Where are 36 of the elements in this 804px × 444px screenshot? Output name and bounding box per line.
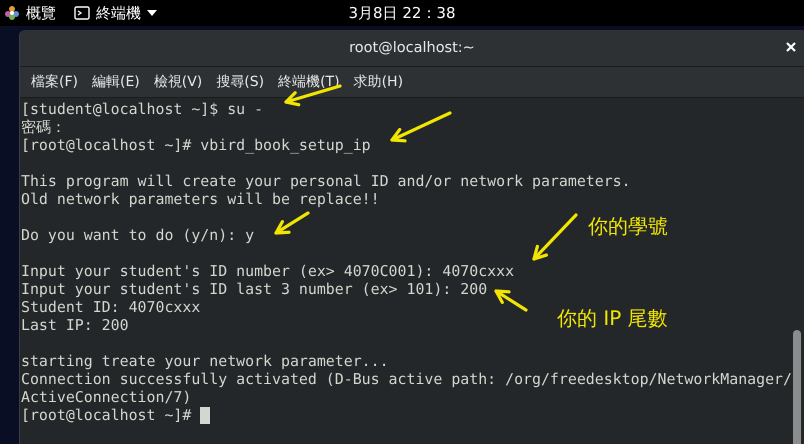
- window-title: root@localhost:~: [349, 40, 475, 56]
- terminal-line: Student ID: 4070cxxx: [21, 298, 200, 316]
- pointer-arrow: [390, 111, 452, 142]
- menu-item[interactable]: 檔案(F): [24, 73, 85, 91]
- flower-icon: [4, 5, 20, 21]
- terminal-line: ActiveConnection/7): [21, 388, 192, 406]
- close-button[interactable]: [786, 42, 796, 52]
- pointer-arrow: [532, 213, 578, 261]
- annotation-label: 你的 IP 尾數: [557, 305, 668, 332]
- menu-item[interactable]: 求助(H): [346, 73, 410, 91]
- terminal-line: [student@localhost ~]$ su -: [21, 100, 264, 118]
- terminal-line: Connection successfully activated (D-Bus active path: /org/freedesktop/NetworkManager/: [21, 370, 792, 388]
- terminal-line: Input your student's ID number (ex> 4070C001): 4070cxxx: [21, 262, 514, 280]
- menu-item[interactable]: 檢視(V): [146, 73, 210, 91]
- app-menu-button[interactable]: 終端機: [70, 0, 161, 26]
- terminal-line: [root@localhost ~]# vbird_book_setup_ip: [21, 136, 371, 154]
- text-cursor: [200, 406, 210, 424]
- clock[interactable]: 3月8日 22：38: [348, 4, 456, 22]
- terminal-line: Old network parameters will be replace!!: [21, 190, 380, 208]
- terminal-line: Last IP: 200: [21, 316, 129, 334]
- terminal-line: Input your student's ID last 3 number (ex> 101): 200: [21, 280, 488, 298]
- terminal-line: This program will create your personal ID and/or network parameters.: [21, 172, 631, 190]
- scrollbar-thumb[interactable]: [793, 330, 801, 444]
- pointer-arrow: [274, 211, 310, 235]
- terminal-line: starting treate your network parameter...: [21, 352, 389, 370]
- menu-item[interactable]: 編輯(E): [84, 73, 147, 91]
- terminal-line: Do you want to do (y/n): y: [21, 226, 254, 244]
- close-icon: [786, 42, 796, 52]
- menu-item[interactable]: 搜尋(S): [209, 73, 272, 91]
- annotation-label: 你的學號: [588, 213, 668, 240]
- terminal-icon: [74, 5, 90, 21]
- terminal-line: 密碼：: [21, 118, 66, 136]
- activities-button[interactable]: 概覽: [0, 0, 60, 26]
- pointer-arrow: [494, 289, 528, 312]
- terminal-line: [root@localhost ~]#: [21, 406, 192, 424]
- caret-icon: [147, 10, 157, 16]
